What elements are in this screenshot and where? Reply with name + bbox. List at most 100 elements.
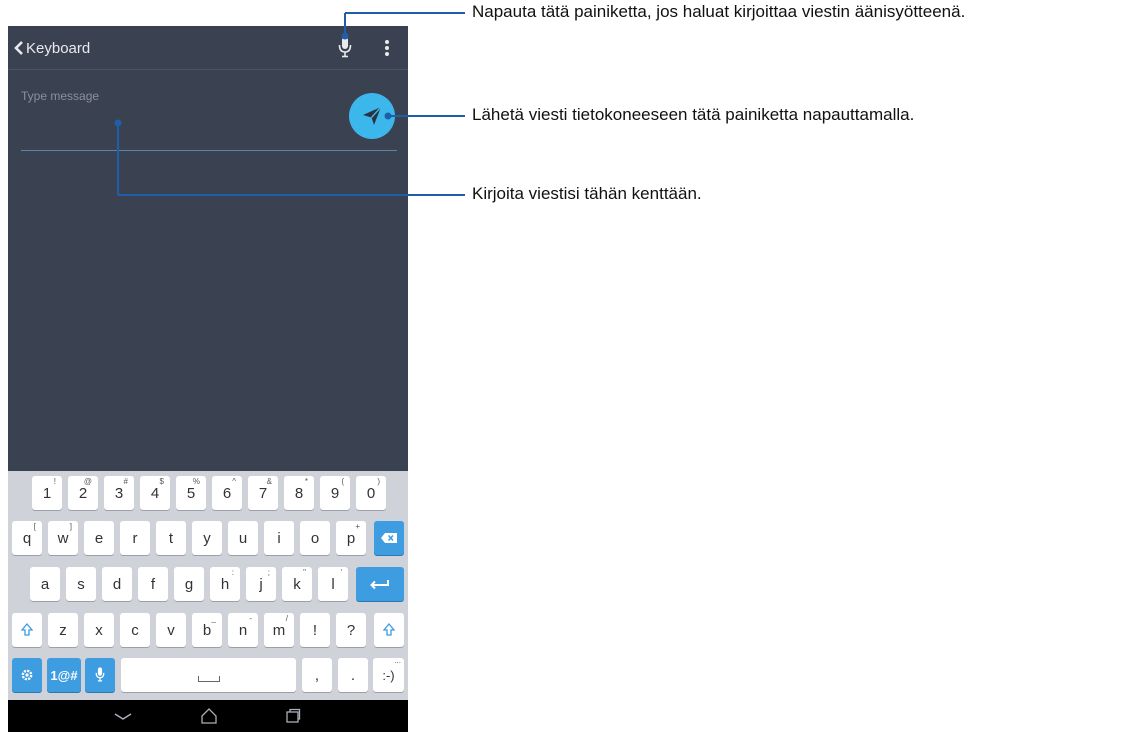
keyboard-settings-key[interactable]: [12, 658, 42, 692]
key-row4-0[interactable]: z: [48, 613, 78, 647]
key-row3-0-label: a: [40, 575, 50, 593]
key-row4-3[interactable]: v: [156, 613, 186, 647]
period-key[interactable]: .: [338, 658, 368, 692]
shift-key-left[interactable]: [12, 613, 42, 647]
space-key[interactable]: [121, 658, 296, 692]
comma-key[interactable]: ,: [302, 658, 332, 692]
key-row2-5[interactable]: y: [192, 521, 222, 555]
key-row3-3-label: f: [150, 575, 156, 593]
key-row2-3[interactable]: r: [120, 521, 150, 555]
key-row2-9-label: p: [346, 529, 356, 547]
key-row1-2[interactable]: 3 #: [104, 476, 134, 510]
key-row1-8[interactable]: 9(: [320, 476, 350, 510]
send-icon: [363, 106, 382, 125]
key-row1-7[interactable]: 8 *: [284, 476, 314, 510]
key-row2-1-label: w: [57, 529, 69, 547]
key-row4-1-label: x: [95, 621, 103, 639]
key-row4-6-alt-label: /: [285, 614, 288, 623]
keyboard-row-qwerty: q[w] e r t y u i o p +: [8, 521, 408, 561]
key-row4-6-label: m: [272, 621, 286, 639]
key-row2-9[interactable]: p +: [336, 521, 366, 555]
key-row1-0[interactable]: 1!: [32, 476, 62, 510]
key-row3-2[interactable]: d: [102, 567, 132, 601]
key-row4-7-label: !: [312, 621, 318, 639]
key-row1-1-label: 2: [78, 484, 88, 502]
key-row1-0-alt-label: !: [53, 477, 56, 486]
message-input-underline: [21, 150, 397, 151]
enter-key[interactable]: [356, 567, 404, 601]
key-row3-8-alt-label: ': [340, 568, 342, 577]
nav-home-button[interactable]: [194, 700, 224, 732]
key-row4-8[interactable]: ?: [336, 613, 366, 647]
key-row1-1-alt-label: @: [83, 477, 92, 486]
key-row1-9-alt-label: ): [377, 477, 380, 486]
gear-icon: [21, 669, 33, 681]
key-row3-4-label: g: [184, 575, 194, 593]
more-options-button[interactable]: [382, 36, 392, 60]
voice-input-button[interactable]: [337, 35, 353, 61]
key-row4-5-label: n: [238, 621, 248, 639]
key-row4-6[interactable]: m /: [264, 613, 294, 647]
key-row4-5-alt-label: -: [249, 614, 252, 623]
shift-icon: [383, 623, 395, 636]
key-row1-9[interactable]: 0): [356, 476, 386, 510]
key-row1-2-alt-label: #: [123, 477, 128, 486]
key-row3-8[interactable]: l ': [318, 567, 348, 601]
key-row1-6-alt-label: &: [266, 477, 272, 486]
shift-icon: [21, 623, 33, 636]
key-row1-5[interactable]: 6 ^: [212, 476, 242, 510]
key-row3-3[interactable]: f: [138, 567, 168, 601]
emoji-key[interactable]: :-) ...: [373, 656, 404, 692]
key-row1-3[interactable]: 4 $: [140, 476, 170, 510]
nav-recents-button[interactable]: [278, 700, 308, 732]
soft-keyboard: 1! 2 @3 #4 $5% 6 ^ 7 & 8 * 9(0) q[w] e r t y u i o p + asdfg…: [8, 471, 408, 700]
enter-icon: [370, 580, 389, 590]
shift-key-right[interactable]: [374, 613, 404, 647]
nav-back-button[interactable]: [108, 700, 138, 732]
key-row2-1[interactable]: w]: [48, 521, 78, 555]
microphone-icon: [95, 667, 105, 682]
key-row2-6[interactable]: u: [228, 521, 258, 555]
back-button[interactable]: Keyboard: [14, 37, 90, 59]
keyboard-row-bottom: 1@# , . :-) ...: [8, 656, 408, 698]
symbols-key[interactable]: 1@#: [47, 658, 81, 692]
key-row4-0-label: z: [59, 621, 67, 639]
key-row3-7-label: k: [293, 575, 301, 593]
key-row3-0[interactable]: a: [30, 567, 60, 601]
key-row2-4[interactable]: t: [156, 521, 186, 555]
send-button[interactable]: [349, 93, 395, 139]
keyboard-voice-key[interactable]: [85, 658, 115, 692]
key-row4-1[interactable]: x: [84, 613, 114, 647]
key-row1-0-label: 1: [42, 484, 52, 502]
key-row4-4-label: b: [202, 621, 212, 639]
key-row4-7[interactable]: !: [300, 613, 330, 647]
key-row4-5[interactable]: n-: [228, 613, 258, 647]
chevron-down-icon: [114, 713, 132, 720]
key-row3-7[interactable]: k ": [282, 567, 312, 601]
key-row1-1[interactable]: 2 @: [68, 476, 98, 510]
key-row1-5-alt-label: ^: [232, 477, 236, 486]
space-icon: [197, 676, 220, 682]
key-row2-0-label: q: [22, 529, 32, 547]
key-row2-8[interactable]: o: [300, 521, 330, 555]
key-row4-2[interactable]: c: [120, 613, 150, 647]
backspace-icon: [381, 533, 397, 543]
key-row1-6[interactable]: 7 &: [248, 476, 278, 510]
key-row1-8-label: 9: [330, 484, 340, 502]
callout-message-text: Kirjoita viestisi tähän kenttään.: [472, 184, 702, 203]
back-label: Keyboard: [26, 39, 91, 57]
key-row2-7[interactable]: i: [264, 521, 294, 555]
key-row4-4[interactable]: b _: [192, 613, 222, 647]
key-row4-3-label: v: [167, 621, 175, 639]
key-row3-6[interactable]: j;: [246, 567, 276, 601]
key-row1-4[interactable]: 5%: [176, 476, 206, 510]
key-row2-2[interactable]: e: [84, 521, 114, 555]
backspace-key[interactable]: [374, 521, 404, 555]
key-row3-1[interactable]: s: [66, 567, 96, 601]
key-row3-4[interactable]: g: [174, 567, 204, 601]
key-row3-2-label: d: [112, 575, 122, 593]
key-row3-5[interactable]: h:: [210, 567, 240, 601]
key-row2-0[interactable]: q[: [12, 521, 42, 555]
message-input[interactable]: [21, 86, 341, 106]
key-row3-6-alt-label: ;: [267, 568, 270, 577]
